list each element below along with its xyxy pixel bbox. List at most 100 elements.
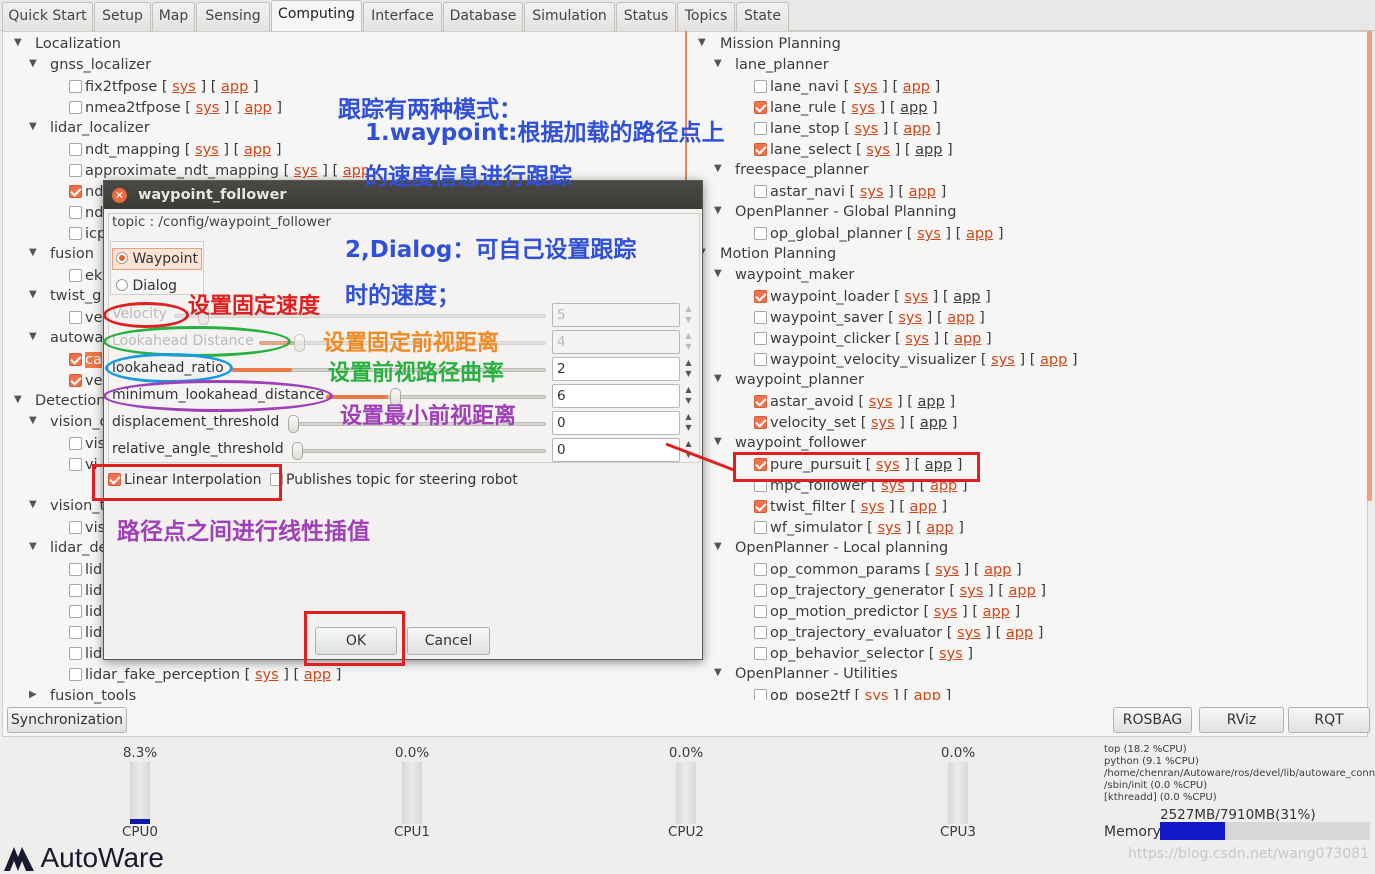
checkbox-checked[interactable] — [754, 101, 767, 114]
checkbox[interactable] — [69, 269, 82, 282]
sys-link[interactable]: sys — [871, 415, 895, 431]
expander-icon[interactable]: ▼ — [698, 33, 706, 53]
expander-icon[interactable]: ▼ — [29, 411, 37, 431]
node-vis[interactable]: vis — [69, 518, 105, 538]
sys-link[interactable]: sys — [904, 289, 928, 305]
checkbox[interactable] — [69, 584, 82, 597]
node-twist-filter[interactable]: twist_filter [ sys ] [ app ] — [754, 497, 947, 517]
tree-openplanner-local[interactable]: OpenPlanner - Local planning — [735, 538, 948, 558]
checkbox[interactable] — [754, 311, 767, 324]
sys-link[interactable]: sys — [861, 499, 885, 515]
app-link[interactable]: app — [304, 667, 331, 683]
node-op-global-planner[interactable]: op_global_planner [ sys ] [ app ] — [754, 224, 1004, 244]
app-link[interactable]: app — [984, 562, 1011, 578]
sys-link[interactable]: sys — [851, 100, 875, 116]
checkbox-checked[interactable] — [69, 353, 82, 366]
node-lid[interactable]: lid — [69, 602, 102, 622]
tab-interface[interactable]: Interface — [363, 2, 442, 31]
tab-database[interactable]: Database — [443, 2, 523, 31]
app-link[interactable]: app — [947, 310, 974, 326]
sys-link[interactable]: sys — [869, 394, 893, 410]
node-lane-rule[interactable]: lane_rule [ sys ] [ app ] — [754, 98, 938, 118]
checkbox[interactable] — [69, 80, 82, 93]
tree-openplanner-global[interactable]: OpenPlanner - Global Planning — [735, 202, 956, 222]
tab-topics[interactable]: Topics — [677, 2, 735, 31]
sys-link[interactable]: sys — [255, 667, 279, 683]
node-ve[interactable]: ve — [69, 308, 103, 328]
checkbox[interactable] — [754, 605, 767, 618]
checkbox[interactable] — [754, 227, 767, 240]
checkbox-checked[interactable] — [754, 143, 767, 156]
velocity-input[interactable]: 5 — [552, 303, 680, 327]
velocity-stepper[interactable]: ▲ ▼ — [682, 303, 695, 327]
node-op-motion-predictor[interactable]: op_motion_predictor [ sys ] [ app ] — [754, 602, 1020, 622]
tree-freespace-planner[interactable]: freespace_planner — [735, 160, 869, 180]
expander-icon[interactable]: ▼ — [29, 495, 37, 515]
app-link[interactable]: app — [914, 688, 941, 700]
tab-setup[interactable]: Setup — [94, 2, 151, 31]
app-link[interactable]: app — [1040, 352, 1067, 368]
checkbox-checked[interactable] — [754, 500, 767, 513]
sys-link[interactable]: sys — [877, 520, 901, 536]
checkbox[interactable] — [69, 605, 82, 618]
tab-quick-start[interactable]: Quick Start — [2, 2, 93, 31]
node-astar-navi[interactable]: astar_navi [ sys ] [ app ] — [754, 182, 946, 202]
node-op-trajectory-generator[interactable]: op_trajectory_generator [ sys ] [ app ] — [754, 581, 1046, 601]
tree-vision-detector[interactable]: vision_c — [50, 412, 107, 432]
checkbox[interactable] — [69, 668, 82, 681]
relative-angle-threshold-slider[interactable] — [292, 449, 546, 453]
checkbox[interactable] — [69, 647, 82, 660]
expander-icon[interactable]: ▼ — [714, 537, 722, 557]
sys-link[interactable]: sys — [917, 226, 941, 242]
rviz-button[interactable]: RViz — [1199, 707, 1284, 733]
lookahead-ratio-input[interactable]: 2 — [552, 357, 680, 381]
node-lid[interactable]: lid — [69, 623, 102, 643]
displacement-threshold-slider-handle[interactable] — [288, 415, 299, 433]
node-waypoint-loader[interactable]: waypoint_loader [ sys ] [ app ] — [754, 287, 991, 307]
node-waypoint-velocity-visualizer[interactable]: waypoint_velocity_visualizer [ sys ] [ a… — [754, 350, 1078, 370]
expander-icon[interactable]: ▼ — [29, 243, 37, 263]
expander-icon[interactable]: ▼ — [29, 117, 37, 137]
lookahead-distance-input[interactable]: 4 — [552, 330, 680, 354]
sys-link[interactable]: sys — [957, 625, 981, 641]
relative-angle-threshold-slider-handle[interactable] — [292, 442, 303, 460]
node-lid[interactable]: lid — [69, 581, 102, 601]
app-link[interactable]: app — [918, 394, 945, 410]
checkbox-checked[interactable] — [69, 374, 82, 387]
min-lookahead-stepper[interactable]: ▲ ▼ — [682, 384, 695, 408]
expander-icon[interactable]: ▼ — [29, 285, 37, 305]
checkbox[interactable] — [69, 101, 82, 114]
expander-icon[interactable]: ▼ — [14, 33, 22, 53]
tree-waypoint-maker[interactable]: waypoint_maker — [735, 265, 854, 285]
checkbox[interactable] — [69, 437, 82, 450]
tree-openplanner-utilities[interactable]: OpenPlanner - Utilities — [735, 664, 898, 684]
cancel-button[interactable]: Cancel — [407, 627, 490, 655]
checkbox[interactable] — [754, 563, 767, 576]
node-lane-navi[interactable]: lane_navi [ sys ] [ app ] — [754, 77, 940, 97]
node-approximate-ndt-mapping[interactable]: approximate_ndt_mapping [ sys ] [ app — [69, 161, 370, 181]
checkbox[interactable] — [754, 122, 767, 135]
sys-link[interactable]: sys — [960, 583, 984, 599]
sys-link[interactable]: sys — [905, 331, 929, 347]
tree-twist[interactable]: twist_g — [50, 286, 101, 306]
tree-lidar-detector[interactable]: lidar_de — [50, 538, 107, 558]
checkbox[interactable] — [754, 626, 767, 639]
checkbox[interactable] — [69, 458, 82, 471]
sys-link[interactable]: sys — [991, 352, 1015, 368]
tree-fusion[interactable]: fusion — [50, 244, 94, 264]
checkbox-checked[interactable] — [754, 395, 767, 408]
tab-simulation[interactable]: Simulation — [524, 2, 615, 31]
sys-link[interactable]: sys — [195, 142, 219, 158]
node-ndt-mapping[interactable]: ndt_mapping [ sys ] [ app ] — [69, 140, 282, 160]
mode-waypoint-radio[interactable]: Waypoint — [112, 248, 202, 270]
tab-computing[interactable]: Computing — [271, 0, 362, 32]
sys-link[interactable]: sys — [898, 310, 922, 326]
expander-icon[interactable]: ▼ — [29, 54, 37, 74]
checkbox[interactable] — [69, 164, 82, 177]
sys-link[interactable]: sys — [934, 604, 958, 620]
app-link[interactable]: app — [903, 121, 930, 137]
sys-link[interactable]: sys — [854, 121, 878, 137]
expander-icon[interactable]: ▼ — [714, 54, 722, 74]
app-link[interactable]: app — [966, 226, 993, 242]
checkbox[interactable] — [754, 584, 767, 597]
